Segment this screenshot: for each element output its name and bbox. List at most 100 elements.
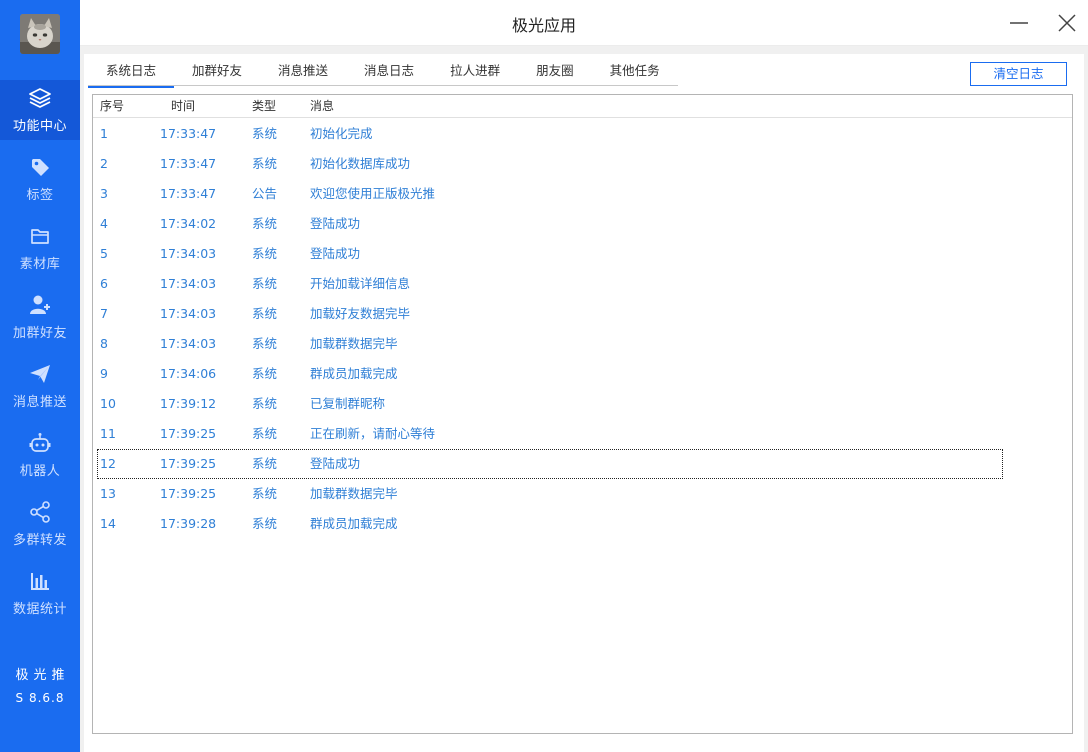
- row-message: 群成员加载完成: [310, 516, 398, 531]
- row-type: 系统: [252, 246, 278, 261]
- share-icon: [29, 500, 51, 523]
- table-row[interactable]: 11 17:39:25 系统 正在刷新，请耐心等待: [93, 419, 1072, 449]
- row-time: 17:39:28: [160, 516, 217, 531]
- sidebar-item-function-center[interactable]: 功能中心: [0, 80, 80, 140]
- row-type: 系统: [252, 126, 278, 141]
- row-message: 加载群数据完毕: [310, 336, 398, 351]
- tab-message-log[interactable]: 消息日志: [346, 60, 432, 86]
- row-number: 9: [100, 366, 108, 381]
- row-number: 5: [100, 246, 108, 261]
- column-header-time[interactable]: 时间: [171, 95, 195, 117]
- row-number: 12: [100, 456, 116, 471]
- row-time: 17:34:03: [160, 276, 217, 291]
- version-label: S 8.6.8: [15, 691, 65, 705]
- sidebar-item-tags[interactable]: 标签: [0, 149, 80, 209]
- table-row[interactable]: 7 17:34:03 系统 加载好友数据完毕: [93, 299, 1072, 329]
- tab-pull-into-group[interactable]: 拉人进群: [432, 60, 518, 86]
- tab-bar: 系统日志 加群好友 消息推送 消息日志 拉人进群 朋友圈 其他任务: [88, 60, 678, 88]
- sidebar: 功能中心 标签 素材库 加群好友 消息推送 机器人 多群转发 数据统计 极光推 …: [0, 0, 80, 752]
- row-time: 17:34:03: [160, 336, 217, 351]
- table-row[interactable]: 12 17:39:25 系统 登陆成功: [97, 449, 1003, 479]
- sidebar-item-robot[interactable]: 机器人: [0, 425, 80, 485]
- row-number: 4: [100, 216, 108, 231]
- sidebar-item-label: 素材库: [19, 256, 61, 272]
- row-time: 17:34:06: [160, 366, 217, 381]
- avatar[interactable]: [20, 14, 60, 54]
- cat-avatar-icon: [20, 14, 60, 54]
- window-title: 极光应用: [511, 16, 576, 35]
- row-time: 17:39:12: [160, 396, 217, 411]
- row-number: 10: [100, 396, 116, 411]
- log-panel: 系统日志 加群好友 消息推送 消息日志 拉人进群 朋友圈 其他任务 清空日志 序…: [84, 54, 1084, 752]
- tab-system-log[interactable]: 系统日志: [88, 60, 175, 88]
- sidebar-item-material[interactable]: 素材库: [0, 218, 80, 278]
- row-type: 系统: [252, 306, 278, 321]
- log-list[interactable]: 序号 时间 类型 消息 1 17:33:47 系统 初始化完成 2 17:33:47 系统初…: [92, 94, 1073, 734]
- title-bar: 极光应用: [80, 0, 1088, 46]
- table-row[interactable]: 3 17:33:47 公告 欢迎您使用正版极光推: [93, 179, 1072, 209]
- sidebar-item-label: 消息推送: [12, 394, 67, 410]
- row-time: 17:33:47: [160, 156, 217, 171]
- table-row[interactable]: 6 17:34:03 系统 开始加载详细信息: [93, 269, 1072, 299]
- row-number: 6: [100, 276, 108, 291]
- row-time: 17:33:47: [160, 186, 217, 201]
- minimize-button[interactable]: [1006, 10, 1032, 36]
- table-row[interactable]: 5 17:34:03 系统 登陆成功: [93, 239, 1072, 269]
- column-header-message[interactable]: 消息: [310, 95, 334, 117]
- sidebar-item-add-friends[interactable]: 加群好友: [0, 287, 80, 347]
- row-number: 3: [100, 186, 108, 201]
- table-row[interactable]: 2 17:33:47 系统 初始化数据库成功: [93, 149, 1072, 179]
- table-row[interactable]: 14 17:39:28 系统 群成员加载完成: [93, 509, 1072, 539]
- row-time: 17:34:03: [160, 246, 217, 261]
- tab-moments[interactable]: 朋友圈: [518, 60, 592, 86]
- sidebar-item-label: 机器人: [19, 463, 61, 479]
- bar-chart-icon: [29, 570, 51, 592]
- table-row[interactable]: 8 17:34:03 系统 加载群数据完毕: [93, 329, 1072, 359]
- row-time: 17:39:25: [160, 486, 217, 501]
- row-time: 17:39:25: [160, 456, 217, 471]
- row-message: 正在刷新，请耐心等待: [310, 426, 436, 441]
- row-time: 17:39:25: [160, 426, 217, 441]
- table-row[interactable]: 10 17:39:12 系统 已复制群昵称: [93, 389, 1072, 419]
- row-number: 14: [100, 516, 116, 531]
- table-row[interactable]: 1 17:33:47 系统 初始化完成: [93, 119, 1072, 149]
- row-type: 系统: [252, 396, 278, 411]
- row-message: 欢迎您使用正版极光推: [310, 186, 436, 201]
- clear-log-button[interactable]: 清空日志: [970, 62, 1067, 86]
- row-number: 1: [100, 126, 108, 141]
- sidebar-item-statistics[interactable]: 数据统计: [0, 563, 80, 623]
- table-row[interactable]: 9 17:34:06 系统 群成员加载完成: [93, 359, 1072, 389]
- add-user-icon: [29, 294, 51, 316]
- row-message: 登陆成功: [310, 456, 361, 471]
- robot-icon: [29, 432, 51, 454]
- row-number: 11: [100, 426, 116, 441]
- sidebar-item-label: 功能中心: [12, 118, 67, 134]
- table-row[interactable]: 13 17:39:25 系统 加载群数据完毕: [93, 479, 1072, 509]
- tab-message-push[interactable]: 消息推送: [260, 60, 346, 86]
- close-icon: [1058, 14, 1076, 32]
- sidebar-item-label: 多群转发: [12, 532, 67, 548]
- log-rows: 1 17:33:47 系统 初始化完成 2 17:33:47 系统 初始化数据库成功 3 17:3…: [93, 119, 1072, 539]
- row-message: 登陆成功: [310, 246, 361, 261]
- table-row[interactable]: 4 17:34:02 系统 登陆成功: [93, 209, 1072, 239]
- row-message: 加载群数据完毕: [310, 486, 398, 501]
- column-header-no[interactable]: 序号: [100, 95, 124, 117]
- row-time: 17:34:02: [160, 216, 217, 231]
- sidebar-item-message-push[interactable]: 消息推送: [0, 356, 80, 416]
- row-type: 系统: [252, 486, 278, 501]
- log-header: 序号 时间 类型 消息: [93, 95, 1072, 118]
- tab-add-friends[interactable]: 加群好友: [174, 60, 260, 86]
- close-button[interactable]: [1054, 10, 1080, 36]
- row-type: 系统: [252, 336, 278, 351]
- sidebar-item-label: 数据统计: [12, 601, 67, 617]
- sidebar-item-multi-forward[interactable]: 多群转发: [0, 494, 80, 554]
- row-message: 群成员加载完成: [310, 366, 398, 381]
- row-type: 系统: [252, 156, 278, 171]
- row-type: 系统: [252, 516, 278, 531]
- column-header-type[interactable]: 类型: [252, 95, 276, 117]
- row-number: 2: [100, 156, 108, 171]
- row-time: 17:33:47: [160, 126, 217, 141]
- tab-other-tasks[interactable]: 其他任务: [592, 60, 678, 86]
- row-time: 17:34:03: [160, 306, 217, 321]
- row-message: 登陆成功: [310, 216, 361, 231]
